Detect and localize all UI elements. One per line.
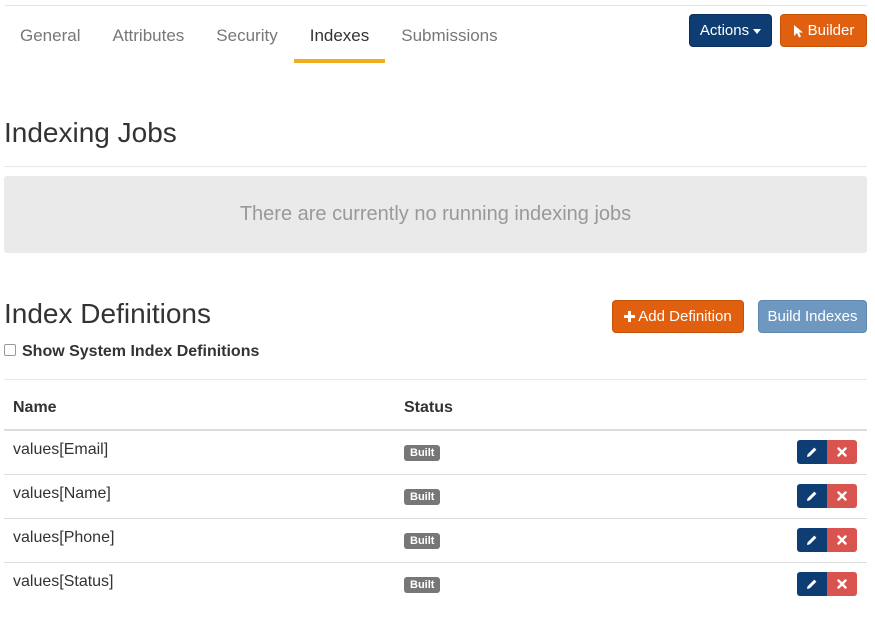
index-name: values[Status] <box>13 573 114 590</box>
close-icon <box>837 447 847 457</box>
actions-button-label: Actions <box>699 22 750 39</box>
table-header: Name Status <box>4 389 867 431</box>
indexing-jobs-heading: Indexing Jobs <box>4 117 177 148</box>
status-badge: Built <box>404 445 441 461</box>
builder-button[interactable]: Builder <box>780 14 867 47</box>
tab-attributes[interactable]: Attributes <box>96 8 200 64</box>
delete-button[interactable] <box>827 528 857 552</box>
status-badge: Built <box>404 577 441 593</box>
pencil-icon <box>807 535 817 545</box>
add-definition-label: Add Definition <box>638 308 732 325</box>
index-definitions-heading: Index Definitions <box>4 298 212 329</box>
build-indexes-label: Build Indexes <box>767 308 858 325</box>
row-actions <box>797 572 858 596</box>
show-system-checkbox[interactable] <box>4 344 16 356</box>
section-divider <box>4 379 867 380</box>
row-actions <box>797 528 858 552</box>
table-row: values[Email] Built <box>4 430 867 475</box>
build-indexes-button[interactable]: Build Indexes <box>758 300 867 333</box>
status-badge: Built <box>404 533 441 549</box>
close-icon <box>837 491 847 501</box>
pencil-icon <box>807 491 817 501</box>
tab-security[interactable]: Security <box>200 8 293 64</box>
actions-dropdown-button[interactable]: Actions <box>689 14 772 47</box>
edit-button[interactable] <box>797 528 827 552</box>
edit-button[interactable] <box>797 572 827 596</box>
cursor-pointer-icon <box>793 24 803 37</box>
index-name: values[Email] <box>13 441 109 458</box>
delete-button[interactable] <box>827 484 857 508</box>
top-divider <box>5 5 867 6</box>
close-icon <box>837 535 847 545</box>
index-name: values[Phone] <box>13 529 115 546</box>
table-row: values[Name] Built <box>4 474 867 519</box>
tab-indexes[interactable]: Indexes <box>293 8 386 64</box>
edit-button[interactable] <box>797 484 827 508</box>
index-name: values[Name] <box>13 485 111 502</box>
row-actions <box>797 440 858 464</box>
caret-down-icon <box>753 29 762 34</box>
builder-button-label: Builder <box>807 22 855 39</box>
empty-jobs-message: There are currently no running indexing … <box>4 176 867 253</box>
close-icon <box>837 579 847 589</box>
table-row: values[Status] Built <box>4 562 867 606</box>
status-badge: Built <box>404 489 441 505</box>
column-header-status[interactable]: Status <box>404 399 453 417</box>
show-system-label[interactable]: Show System Index Definitions <box>22 343 259 361</box>
tab-general[interactable]: General <box>4 8 96 64</box>
tab-bar: General Attributes Security Indexes Subm… <box>4 8 514 64</box>
pencil-icon <box>807 579 817 589</box>
table-row: values[Phone] Built <box>4 518 867 563</box>
section-divider <box>4 166 867 167</box>
edit-button[interactable] <box>797 440 827 464</box>
delete-button[interactable] <box>827 572 857 596</box>
add-definition-button[interactable]: Add Definition <box>612 300 744 333</box>
empty-jobs-text: There are currently no running indexing … <box>239 203 632 225</box>
pencil-icon <box>807 447 817 457</box>
row-actions <box>797 484 858 508</box>
tab-submissions[interactable]: Submissions <box>385 8 513 64</box>
column-header-name[interactable]: Name <box>13 399 57 417</box>
plus-icon <box>624 311 636 322</box>
delete-button[interactable] <box>827 440 857 464</box>
